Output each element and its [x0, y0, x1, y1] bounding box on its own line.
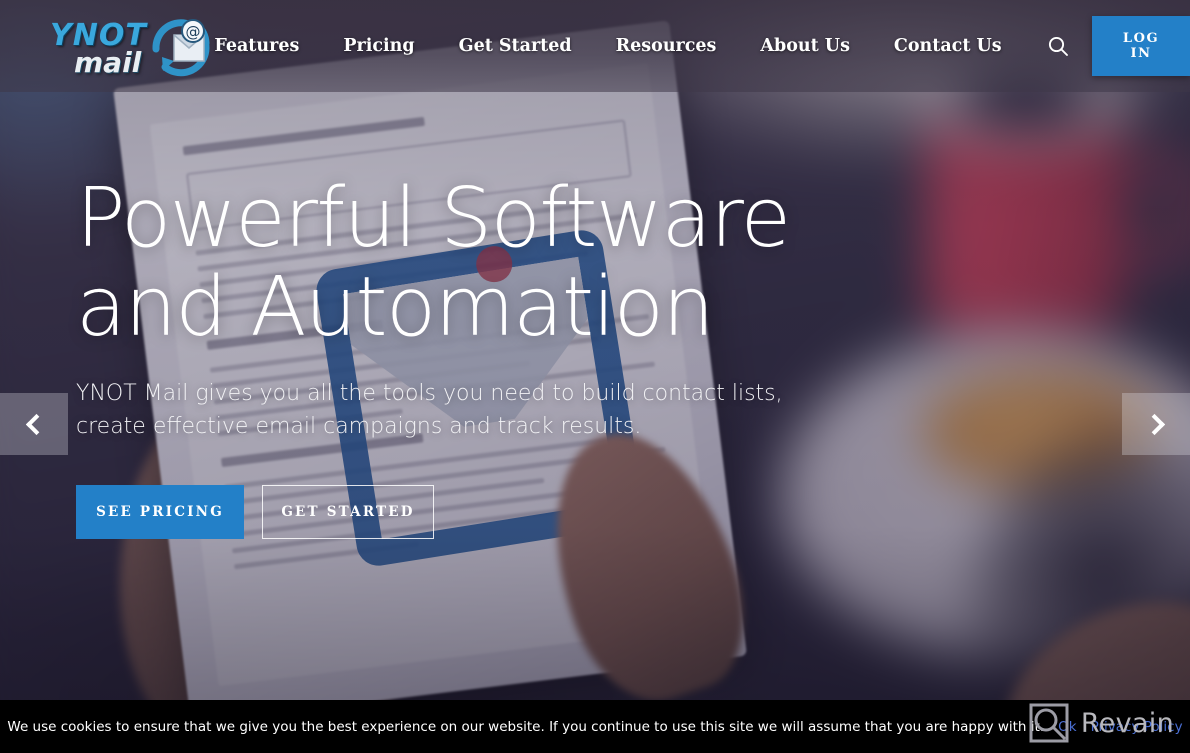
nav-item-resources[interactable]: Resources [594, 36, 739, 56]
search-icon [1048, 36, 1068, 56]
hero-title-line-2: and Automation [76, 259, 714, 355]
site-logo[interactable]: YNOT mail @ [50, 13, 210, 79]
envelope-refresh-icon: @ [152, 19, 210, 77]
revain-watermark: Revain [1027, 701, 1174, 745]
logo-wordmark: YNOT mail [50, 21, 147, 77]
get-started-button[interactable]: GET STARTED [262, 485, 434, 540]
carousel-prev-button[interactable] [0, 393, 68, 455]
search-button[interactable] [1046, 29, 1071, 63]
see-pricing-button[interactable]: SEE PRICING [76, 485, 244, 540]
revain-logo-icon [1029, 703, 1069, 743]
nav-item-get-started[interactable]: Get Started [437, 36, 594, 56]
hero-cta-group: SEE PRICING GET STARTED [76, 485, 916, 540]
svg-text:@: @ [186, 23, 201, 41]
hero-content: Powerful Software and Automation YNOT Ma… [76, 178, 916, 540]
site-header: YNOT mail @ Features Pricing Get Started… [0, 0, 1190, 92]
revain-watermark-label: Revain [1080, 707, 1174, 739]
page-root: YNOT mail @ Features Pricing Get Started… [0, 0, 1190, 753]
login-button[interactable]: LOG IN [1092, 16, 1190, 76]
logo-secondary-text: mail [74, 46, 142, 79]
nav-item-about-us[interactable]: About Us [738, 36, 872, 56]
cookie-consent-bar: We use cookies to ensure that we give yo… [0, 700, 1190, 753]
nav-item-pricing[interactable]: Pricing [321, 36, 436, 56]
hero-title: Powerful Software and Automation [76, 178, 916, 355]
carousel-next-button[interactable] [1122, 393, 1190, 455]
cookie-message: We use cookies to ensure that we give yo… [7, 718, 1045, 735]
chevron-left-icon [25, 413, 47, 435]
main-navigation: Features Pricing Get Started Resources A… [192, 16, 1190, 76]
chevron-right-icon [1143, 413, 1165, 435]
hero-title-line-1: Powerful Software [76, 171, 791, 266]
nav-item-contact-us[interactable]: Contact Us [872, 36, 1024, 56]
hero-subtitle: YNOT Mail gives you all the tools you ne… [76, 381, 783, 440]
